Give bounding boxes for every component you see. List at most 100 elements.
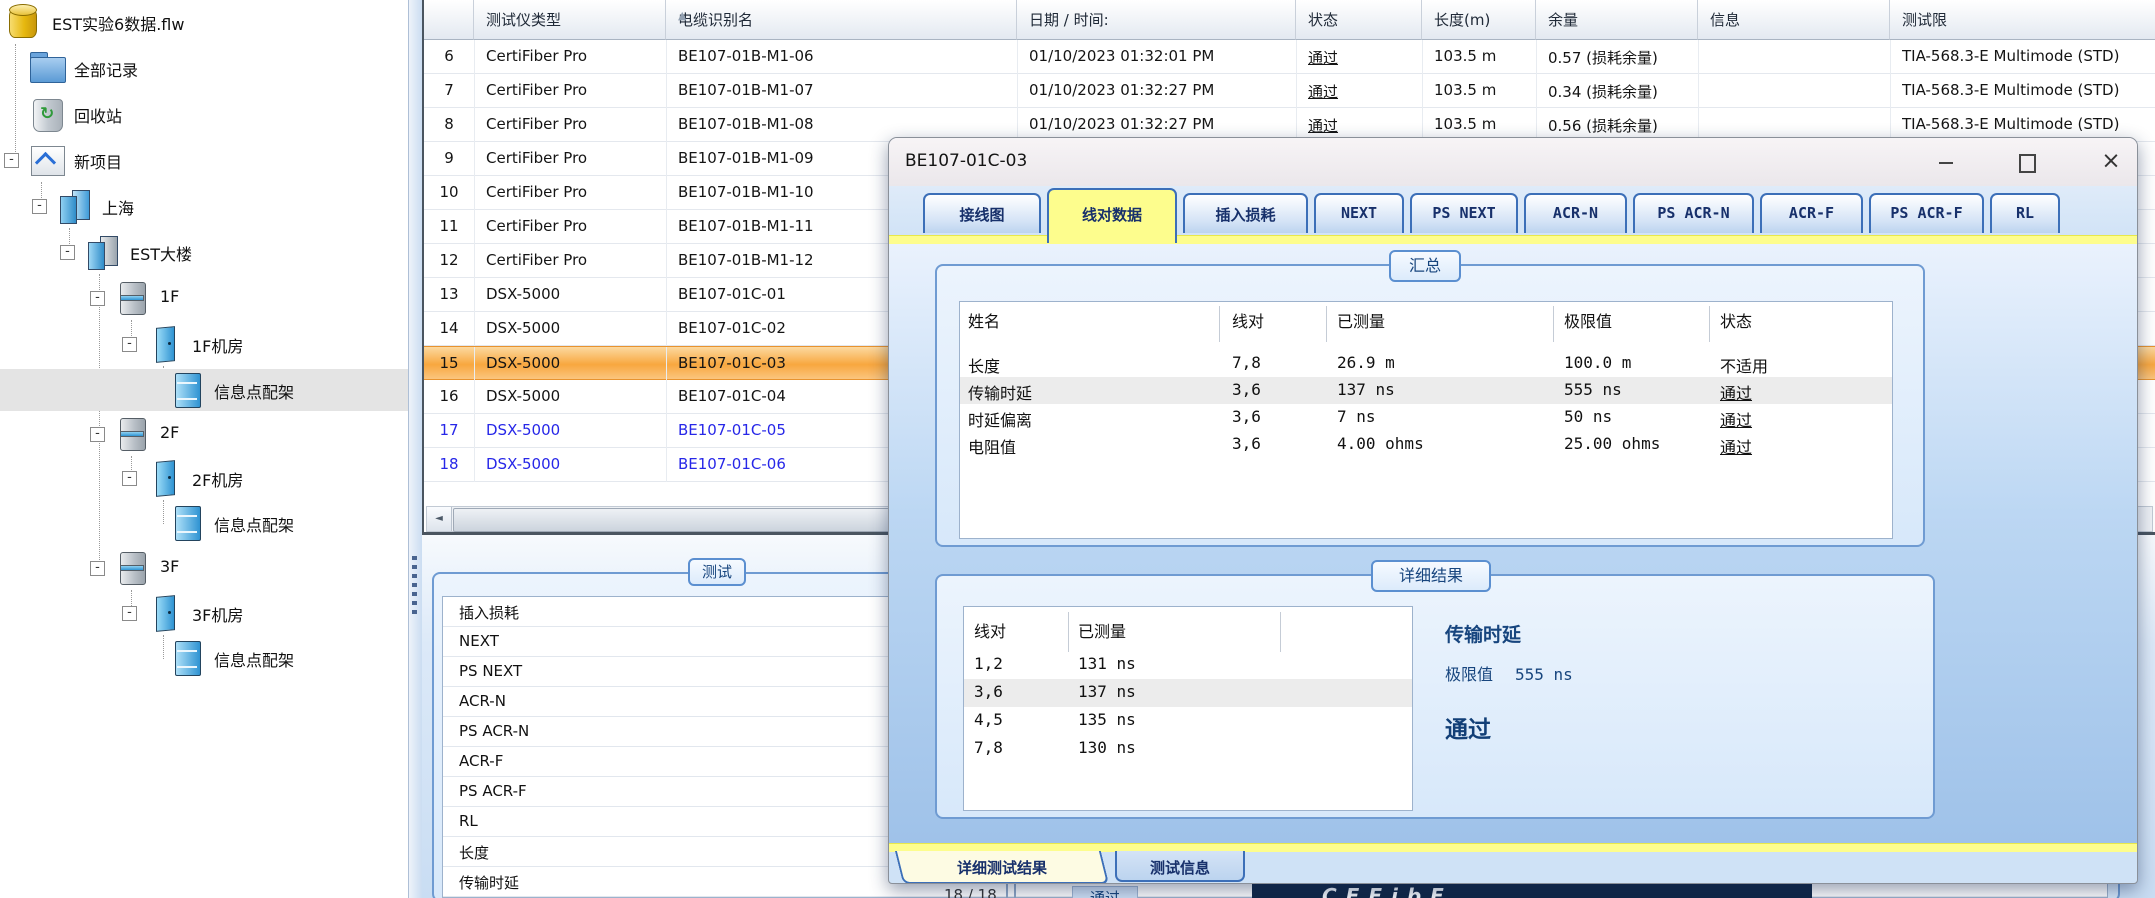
tree-item[interactable]: - 1F: [0, 277, 408, 319]
dialog-tab-label: RL: [2016, 204, 2034, 222]
dialog-tab[interactable]: ACR-F: [1760, 193, 1863, 233]
vertical-splitter[interactable]: [408, 0, 423, 898]
dialog-tab[interactable]: PS NEXT: [1410, 193, 1518, 233]
header-info[interactable]: 信息: [1698, 0, 1890, 40]
project-icon: [30, 142, 66, 178]
column-separator: [1326, 306, 1327, 342]
maximize-button[interactable]: [2007, 148, 2047, 176]
dialog-tab[interactable]: ACR-N: [1524, 193, 1627, 233]
close-button[interactable]: ×: [2091, 148, 2131, 176]
bottom-tab-test-info[interactable]: 测试信息: [1115, 851, 1245, 882]
summary-row[interactable]: 时延偏离 3,6 7 ns 50 ns 通过: [960, 404, 1892, 431]
details-row[interactable]: 7,8 130 ns: [964, 735, 1412, 763]
tree-item[interactable]: EST实验6数据.flw: [0, 1, 408, 43]
header-datetime[interactable]: 日期 / 时间:: [1017, 0, 1296, 40]
scroll-left-icon[interactable]: ◄: [427, 507, 452, 531]
tree-item[interactable]: - 3F机房: [0, 592, 408, 634]
row-number: 11: [424, 217, 474, 237]
test-list-item-label: PS ACR-F: [459, 782, 527, 800]
dialog-tab[interactable]: 接线图: [923, 193, 1041, 233]
dialog-tab[interactable]: 插入损耗: [1183, 193, 1308, 233]
room-icon: [148, 595, 184, 631]
dialog-titlebar[interactable]: BE107-01C-03 ×: [889, 138, 2137, 187]
header-status[interactable]: 状态: [1296, 0, 1422, 40]
header-cable-id[interactable]: 电缆识别名 ▲: [666, 0, 1017, 40]
tree-item[interactable]: - 上海: [0, 185, 408, 227]
tester-type: DSX-5000: [486, 285, 666, 305]
rack-icon: [170, 372, 206, 408]
tree-item[interactable]: 信息点配架: [0, 637, 408, 679]
room-icon: [148, 326, 184, 362]
tree-item-label: 上海: [102, 195, 134, 219]
status-link[interactable]: 通过: [1720, 407, 1752, 431]
details-row[interactable]: 4,5 135 ns: [964, 707, 1412, 735]
limit: 25.00 ohms: [1564, 434, 1660, 453]
minimize-button[interactable]: [1926, 148, 1966, 176]
status-link[interactable]: 通过: [1308, 81, 1422, 101]
status-link[interactable]: 通过: [1308, 47, 1422, 67]
rack-icon: [170, 505, 206, 541]
expander-icon[interactable]: -: [32, 199, 47, 214]
limit: 555 ns: [1564, 380, 1622, 399]
dialog-tab[interactable]: PS ACR-F: [1869, 193, 1984, 233]
tree-item[interactable]: 全部记录: [0, 47, 408, 89]
tester-type: CertiFiber Pro: [486, 115, 666, 135]
expander-icon[interactable]: -: [122, 471, 137, 486]
details-row[interactable]: 1,2 131 ns: [964, 651, 1412, 679]
header-length[interactable]: 长度(m): [1422, 0, 1536, 40]
tester-type: DSX-5000: [486, 421, 666, 441]
status-link[interactable]: 通过: [1720, 380, 1752, 404]
test-list-item-label: 长度: [459, 842, 489, 863]
dialog-tab[interactable]: PS ACR-N: [1633, 193, 1754, 233]
row-number: 7: [424, 81, 474, 101]
tree-item[interactable]: - 2F: [0, 413, 408, 455]
tree-item[interactable]: 回收站: [0, 93, 408, 135]
header-tester[interactable]: 测试仪类型: [474, 0, 666, 40]
tree-item[interactable]: - 2F机房: [0, 457, 408, 499]
tree-item[interactable]: 信息点配架: [0, 369, 408, 411]
tree-item[interactable]: - 3F: [0, 547, 408, 589]
table-row[interactable]: 6 CertiFiber Pro BE107-01B-M1-06 01/10/2…: [424, 40, 2155, 74]
pair: 3,6: [1232, 407, 1261, 426]
tree-item[interactable]: - EST大楼: [0, 231, 408, 273]
expander-icon[interactable]: -: [90, 427, 105, 442]
tree-item[interactable]: - 新项目: [0, 139, 408, 181]
measured: 131 ns: [1078, 654, 1136, 673]
status-link[interactable]: 通过: [1720, 434, 1752, 458]
dialog-body: 汇总 姓名 线对 已测量 极限值 状态 长度 7,8 26.9 m 100.0 …: [889, 243, 2137, 843]
expander-icon[interactable]: -: [90, 561, 105, 576]
splitter-handle-icon[interactable]: [412, 556, 417, 616]
expander-icon[interactable]: -: [60, 245, 75, 260]
expander-icon[interactable]: -: [122, 606, 137, 621]
summary-col-pair: 线对: [1232, 308, 1264, 332]
dialog-tab[interactable]: 线对数据: [1047, 188, 1177, 243]
header-margin[interactable]: 余量: [1536, 0, 1698, 40]
summary-row[interactable]: 电阻值 3,6 4.00 ohms 25.00 ohms 通过: [960, 431, 1892, 458]
summary-row[interactable]: 长度 7,8 26.9 m 100.0 m 不适用: [960, 350, 1892, 377]
expander-icon[interactable]: -: [90, 291, 105, 306]
tree-item[interactable]: 信息点配架: [0, 502, 408, 544]
status-link[interactable]: 通过: [1308, 115, 1422, 135]
header-rownum[interactable]: [424, 0, 474, 40]
project-tree-panel: EST实验6数据.flw 全部记录 回收站 - 新项目 - 上海: [0, 0, 408, 898]
summary-col-status: 状态: [1720, 308, 1752, 332]
table-row[interactable]: 7 CertiFiber Pro BE107-01B-M1-07 01/10/2…: [424, 74, 2155, 108]
expander-icon[interactable]: -: [122, 337, 137, 352]
floor-icon: [116, 416, 152, 452]
bottom-tab-detailed-results[interactable]: 详细测试结果: [895, 851, 1109, 884]
tree-item-label: EST实验6数据.flw: [52, 11, 184, 35]
header-limit[interactable]: 测试限: [1890, 0, 2155, 40]
tree-item[interactable]: - 1F机房: [0, 323, 408, 365]
row-number: 14: [424, 319, 474, 339]
summary-row[interactable]: 传输时延 3,6 137 ns 555 ns 通过: [960, 377, 1892, 404]
test-list-item-label: 插入损耗: [459, 602, 519, 623]
tester-type: DSX-5000: [486, 354, 666, 374]
status-link[interactable]: 不适用: [1720, 353, 1768, 377]
dialog-tab[interactable]: RL: [1990, 193, 2060, 233]
dialog-tab[interactable]: NEXT: [1314, 193, 1404, 233]
details-row[interactable]: 3,6 137 ns: [964, 679, 1412, 707]
pair: 3,6: [1232, 380, 1261, 399]
param-name: 传输时延: [968, 380, 1032, 404]
expander-icon[interactable]: -: [4, 153, 19, 168]
measured: 137 ns: [1078, 682, 1136, 701]
